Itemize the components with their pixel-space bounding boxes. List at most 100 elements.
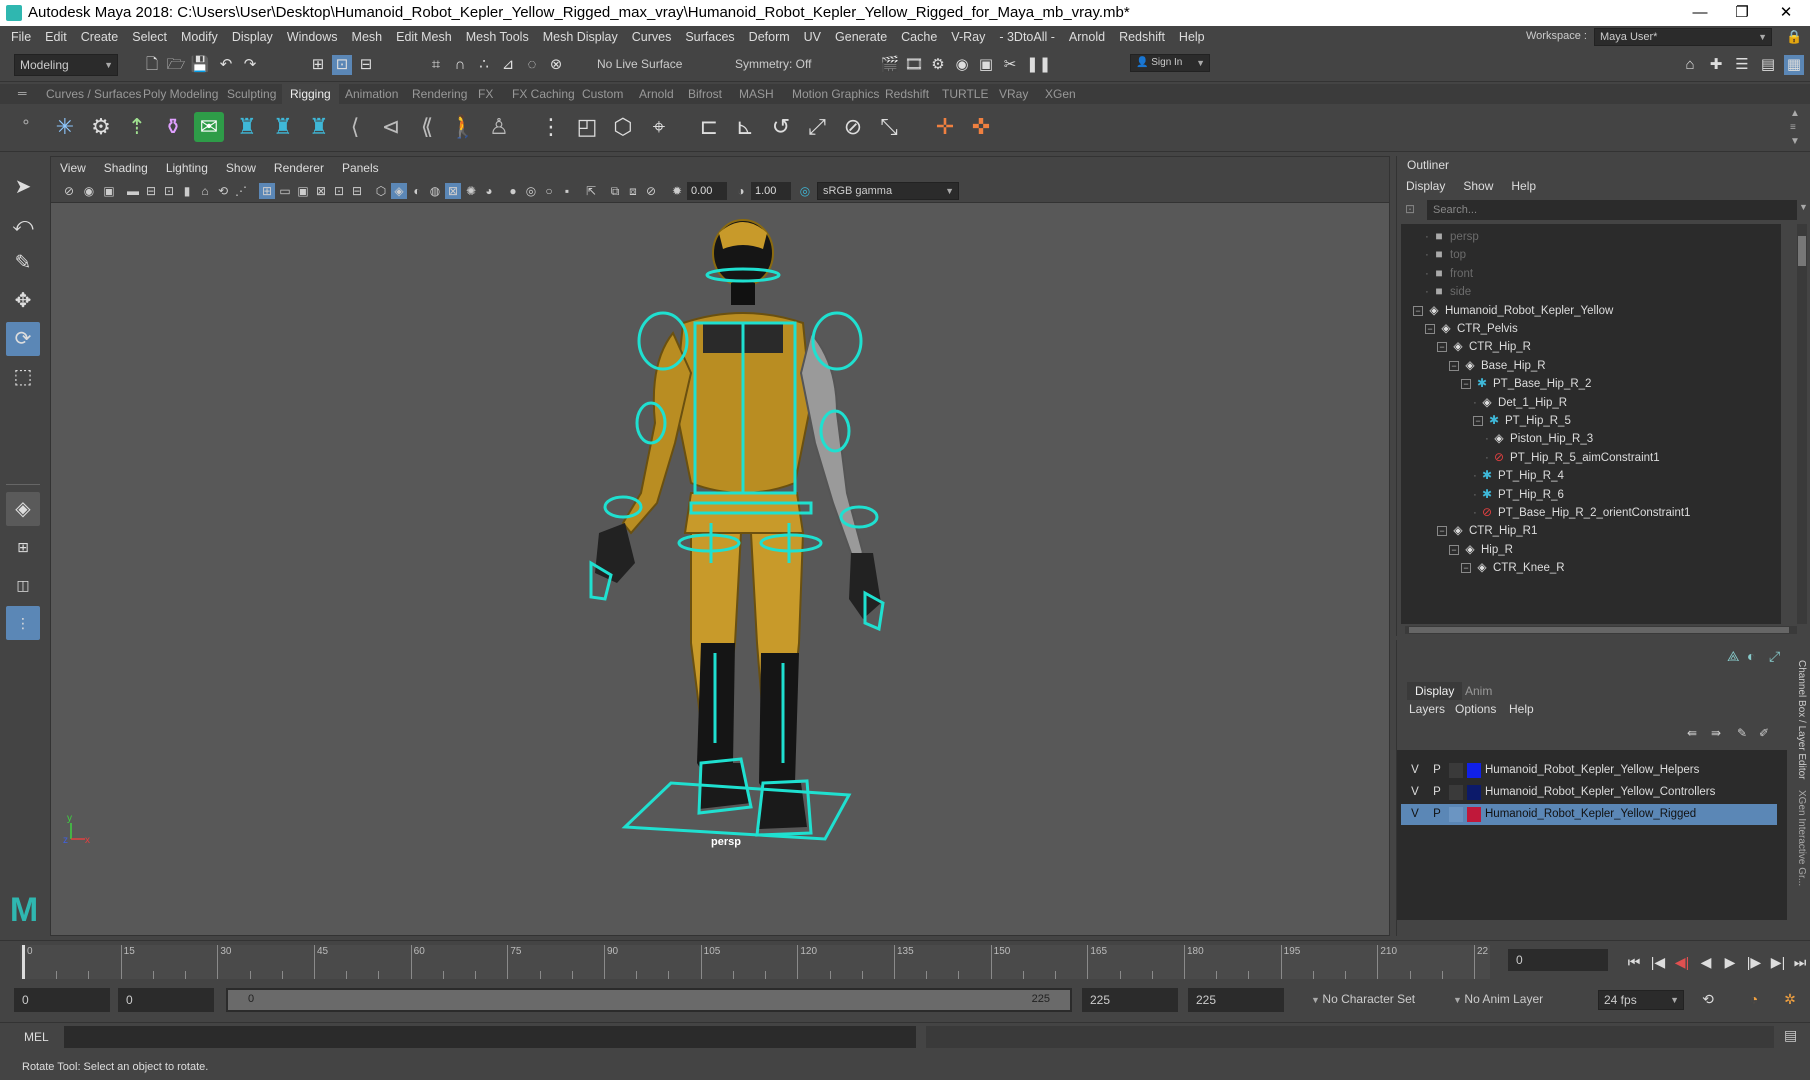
range-slider-handle[interactable]: 0 225	[228, 990, 1070, 1010]
go-to-start-icon[interactable]: ⏮	[1624, 953, 1644, 971]
pole-vector-icon[interactable]: ⤡	[874, 112, 904, 142]
layer-color-swatch[interactable]	[1467, 763, 1481, 778]
go-to-end-icon[interactable]: ⏭	[1790, 953, 1810, 971]
outliner-scrollbar[interactable]	[1797, 224, 1807, 624]
lattice-icon[interactable]: ⟪	[412, 112, 442, 142]
playback-end-field[interactable]: 225	[1082, 988, 1178, 1012]
layer-tab-anim[interactable]: Anim	[1457, 682, 1500, 700]
loop-icon[interactable]: ⟲	[1698, 990, 1718, 1008]
select-object-icon[interactable]: ⊡	[332, 55, 352, 75]
layer-menu-options[interactable]: Options	[1455, 702, 1496, 716]
menu-item-redshift[interactable]: Redshift	[1112, 26, 1172, 48]
isolate-select-icon[interactable]: ◐	[409, 183, 425, 199]
wireframe-icon[interactable]: ⊞	[259, 183, 275, 199]
shadows-icon[interactable]: ⊟	[349, 183, 365, 199]
shelf-tab-vray[interactable]: VRay	[991, 84, 1036, 104]
toggle-attribute-editor-icon[interactable]: ✚	[1706, 55, 1726, 75]
menu-item-mesh-tools[interactable]: Mesh Tools	[459, 26, 536, 48]
menu-item-3dtoall[interactable]: - 3DtoAll -	[992, 26, 1062, 48]
attribute-icon[interactable]: ◐	[1747, 648, 1755, 664]
layer-visibility-toggle[interactable]: V	[1407, 782, 1423, 803]
layer-row[interactable]: V P Humanoid_Robot_Kepler_Yellow_Rigged	[1401, 804, 1777, 825]
color-management-icon[interactable]: ◎	[797, 183, 813, 199]
shelf-options-icon[interactable]: ⚬	[20, 114, 32, 131]
layer-menu-layers[interactable]: Layers	[1409, 702, 1445, 716]
menu-item-select[interactable]: Select	[125, 26, 174, 48]
quick-rig-icon[interactable]: ♙	[484, 112, 514, 142]
redo-icon[interactable]: ↷	[240, 55, 260, 75]
viewport-menu-show[interactable]: Show	[217, 157, 265, 179]
shelf-tab-arnold[interactable]: Arnold	[631, 84, 682, 104]
expand-toggle-icon[interactable]: −	[1473, 415, 1483, 426]
expand-toggle-icon[interactable]: −	[1437, 526, 1447, 537]
visible-objects-icon[interactable]: ○	[541, 183, 557, 199]
twod-pan-icon[interactable]: ⊟	[143, 183, 159, 199]
layer-playback-toggle[interactable]: P	[1429, 782, 1445, 803]
menu-item-file[interactable]: File	[4, 26, 38, 48]
step-back-key-icon[interactable]: |◀	[1648, 953, 1668, 971]
ik-spline-icon[interactable]: ⊲	[376, 112, 406, 142]
live-surface-field[interactable]: No Live Surface	[592, 54, 692, 76]
menu-item-mesh-display[interactable]: Mesh Display	[536, 26, 625, 48]
shelf-tab-bifrost[interactable]: Bifrost	[680, 84, 730, 104]
bookmark-icon[interactable]: ▣	[101, 183, 117, 199]
shelf-tab-animation[interactable]: Animation	[337, 84, 406, 104]
snap-grid-icon[interactable]: ⌗	[426, 55, 446, 75]
layer-tab-display[interactable]: Display	[1407, 682, 1463, 700]
camera-select-icon[interactable]: ⊘	[61, 183, 77, 199]
viewport-menu-shading[interactable]: Shading	[95, 157, 157, 179]
menu-item-generate[interactable]: Generate	[828, 26, 894, 48]
signin-button[interactable]: 👤 Sign In ▼	[1130, 54, 1210, 72]
blend-shape-icon[interactable]: ◰	[572, 112, 602, 142]
menu-item-mesh[interactable]: Mesh	[345, 26, 390, 48]
gamma-icon[interactable]: ◑	[733, 183, 749, 199]
current-frame-field[interactable]: 0	[1508, 949, 1608, 971]
play-forwards-icon[interactable]: ▶	[1720, 953, 1740, 971]
script-editor-icon[interactable]: ▤	[1784, 1027, 1797, 1044]
shelf-tab-custom[interactable]: Custom	[574, 84, 631, 104]
viewport-menu-panels[interactable]: Panels	[333, 157, 388, 179]
tool-settings-icon[interactable]: ⤢	[1769, 648, 1780, 665]
hud-icon[interactable]: ⊘	[643, 183, 659, 199]
shelf-tab-xgen[interactable]: XGen	[1037, 84, 1084, 104]
colorspace-dropdown[interactable]: sRGB gamma ▼	[817, 182, 959, 200]
scale-tool-icon[interactable]: ⬚	[6, 360, 40, 394]
film-gate-icon[interactable]: ⌂	[197, 183, 213, 199]
outliner-menu-display[interactable]: Display	[1397, 176, 1454, 196]
outliner-layout-icon[interactable]: ⋮	[6, 606, 40, 640]
maximize-button[interactable]: ❐	[1722, 2, 1762, 24]
shelf-tab-mash[interactable]: MASH	[731, 84, 782, 104]
anti-aliasing-icon[interactable]: ⊠	[445, 183, 461, 199]
grid-icon[interactable]: ▮	[179, 183, 195, 199]
snap-live-icon[interactable]: ⊗	[546, 55, 566, 75]
motion-blur-icon[interactable]: ◕	[481, 183, 497, 199]
smooth-shade-icon[interactable]: ▭	[277, 183, 293, 199]
snap-view-icon[interactable]: ⊿	[498, 55, 518, 75]
exposure-field[interactable]: 0.00	[687, 182, 727, 200]
grid-toggle-icon[interactable]: ⧉	[607, 183, 623, 199]
camera-attributes-icon[interactable]: ◉	[81, 183, 97, 199]
channel-box-icon[interactable]: ⟁	[1727, 648, 1740, 665]
render-frame-icon[interactable]: 🎬	[880, 55, 900, 75]
menu-item-display[interactable]: Display	[225, 26, 280, 48]
layer-move-down-icon[interactable]: ⇛	[1711, 726, 1721, 740]
scene-canvas[interactable]: persp y z x	[51, 203, 1389, 935]
shelf-tab-fx-caching[interactable]: FX Caching	[504, 84, 583, 104]
new-layer-icon[interactable]: ✎	[1737, 726, 1747, 740]
menu-item-help[interactable]: Help	[1172, 26, 1212, 48]
ipr-render-icon[interactable]: 🎞	[904, 55, 924, 75]
rigid-bind-icon[interactable]: ♜	[268, 112, 298, 142]
expand-toggle-icon[interactable]: −	[1461, 563, 1471, 574]
hypershade-icon[interactable]: ◉	[952, 55, 972, 75]
workspace-dropdown[interactable]: Maya User* ▼	[1594, 28, 1772, 46]
safe-action-icon[interactable]: ▪	[559, 183, 575, 199]
viewport-panel[interactable]: View Shading Lighting Show Renderer Panels ⊘ …	[50, 156, 1390, 936]
layer-menu-help[interactable]: Help	[1509, 702, 1534, 716]
shelf-scroll-down-icon[interactable]: ▼	[1790, 136, 1800, 147]
outliner-scroll-thumb[interactable]	[1798, 236, 1806, 266]
step-back-frame-icon[interactable]: ◀|	[1672, 953, 1692, 971]
layer-playback-toggle[interactable]: P	[1429, 804, 1445, 825]
depth-of-field-icon[interactable]: ✺	[463, 183, 479, 199]
rotate-tool-icon[interactable]: ⟳	[6, 322, 40, 356]
menu-item-arnold[interactable]: Arnold	[1062, 26, 1112, 48]
